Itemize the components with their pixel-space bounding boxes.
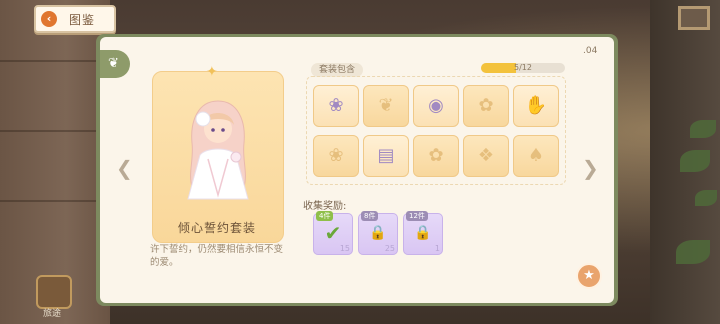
set-item[interactable]: ▤ — [363, 135, 409, 177]
next-arrow-icon[interactable]: ❯ — [582, 156, 599, 180]
eyes-icon: ◉ — [428, 95, 444, 116]
favorite-star-button[interactable]: ★ — [576, 263, 602, 289]
page-number: .04 — [583, 46, 598, 56]
collection-progress-text: 5/12 — [514, 63, 532, 72]
book-icon: ▤ — [377, 145, 395, 166]
crown-icon: ✦ — [206, 64, 218, 80]
earring-icon: ❖ — [477, 145, 495, 166]
leaf-icon: ❦ — [108, 56, 119, 71]
costume-character-image — [187, 100, 249, 200]
chest-icon[interactable] — [36, 275, 72, 309]
reward-item[interactable]: 4件 ✔ 15 — [313, 211, 353, 255]
set-item[interactable]: ❀ — [313, 135, 359, 177]
set-item[interactable]: ♠ — [513, 135, 559, 177]
collection-reward-title: 收集奖励: — [303, 201, 347, 212]
set-item[interactable]: ◉ — [413, 85, 459, 127]
lock-icon: 🔒 — [414, 225, 432, 241]
background-picture-frame — [678, 6, 710, 30]
veil-icon: ❀ — [328, 145, 344, 166]
set-contents-label: 套装包含 — [311, 63, 364, 77]
back-button[interactable]: ‹ 图鉴 — [34, 5, 116, 33]
check-icon: ✔ — [324, 221, 342, 245]
bouquet-icon: ✿ — [428, 145, 444, 166]
reward-count: 1 — [434, 244, 440, 253]
back-arrow-icon: ‹ — [41, 11, 57, 27]
set-item[interactable]: ❀ — [313, 85, 359, 127]
back-label: 图鉴 — [69, 12, 96, 27]
wall-plank — [0, 60, 110, 62]
wall-plank — [0, 200, 110, 202]
chest-label: 旅途 — [42, 309, 61, 319]
shoes-icon: ♠ — [527, 145, 545, 166]
dress-icon: ❦ — [378, 95, 394, 116]
plant-leaf — [690, 120, 716, 138]
set-item[interactable]: ❖ — [463, 135, 509, 177]
set-item[interactable]: ✿ — [463, 85, 509, 127]
wall-plank — [0, 130, 110, 132]
costume-title: 倾心誓约套装 — [177, 221, 256, 235]
reward-count: 25 — [384, 244, 395, 253]
glove-icon: ✋ — [524, 95, 548, 116]
plant-leaf — [676, 240, 710, 264]
plant-leaf — [680, 150, 710, 172]
reward-count: 15 — [339, 244, 350, 253]
plant-leaf — [695, 190, 717, 206]
set-item[interactable]: ✋ — [513, 85, 559, 127]
set-item[interactable]: ❦ — [363, 85, 409, 127]
previous-arrow-icon[interactable]: ❮ — [116, 156, 133, 180]
hair-icon: ❀ — [328, 95, 344, 116]
costume-description: 许下誓约，仍然要相信永恒不变的爱。 — [150, 244, 284, 268]
reward-item[interactable]: 8件 🔒 25 — [358, 211, 398, 255]
set-item[interactable]: ✿ — [413, 135, 459, 177]
accessory-icon: ✿ — [478, 95, 494, 116]
lock-icon: 🔒 — [369, 225, 387, 241]
reward-item[interactable]: 12件 🔒 1 — [403, 211, 443, 255]
